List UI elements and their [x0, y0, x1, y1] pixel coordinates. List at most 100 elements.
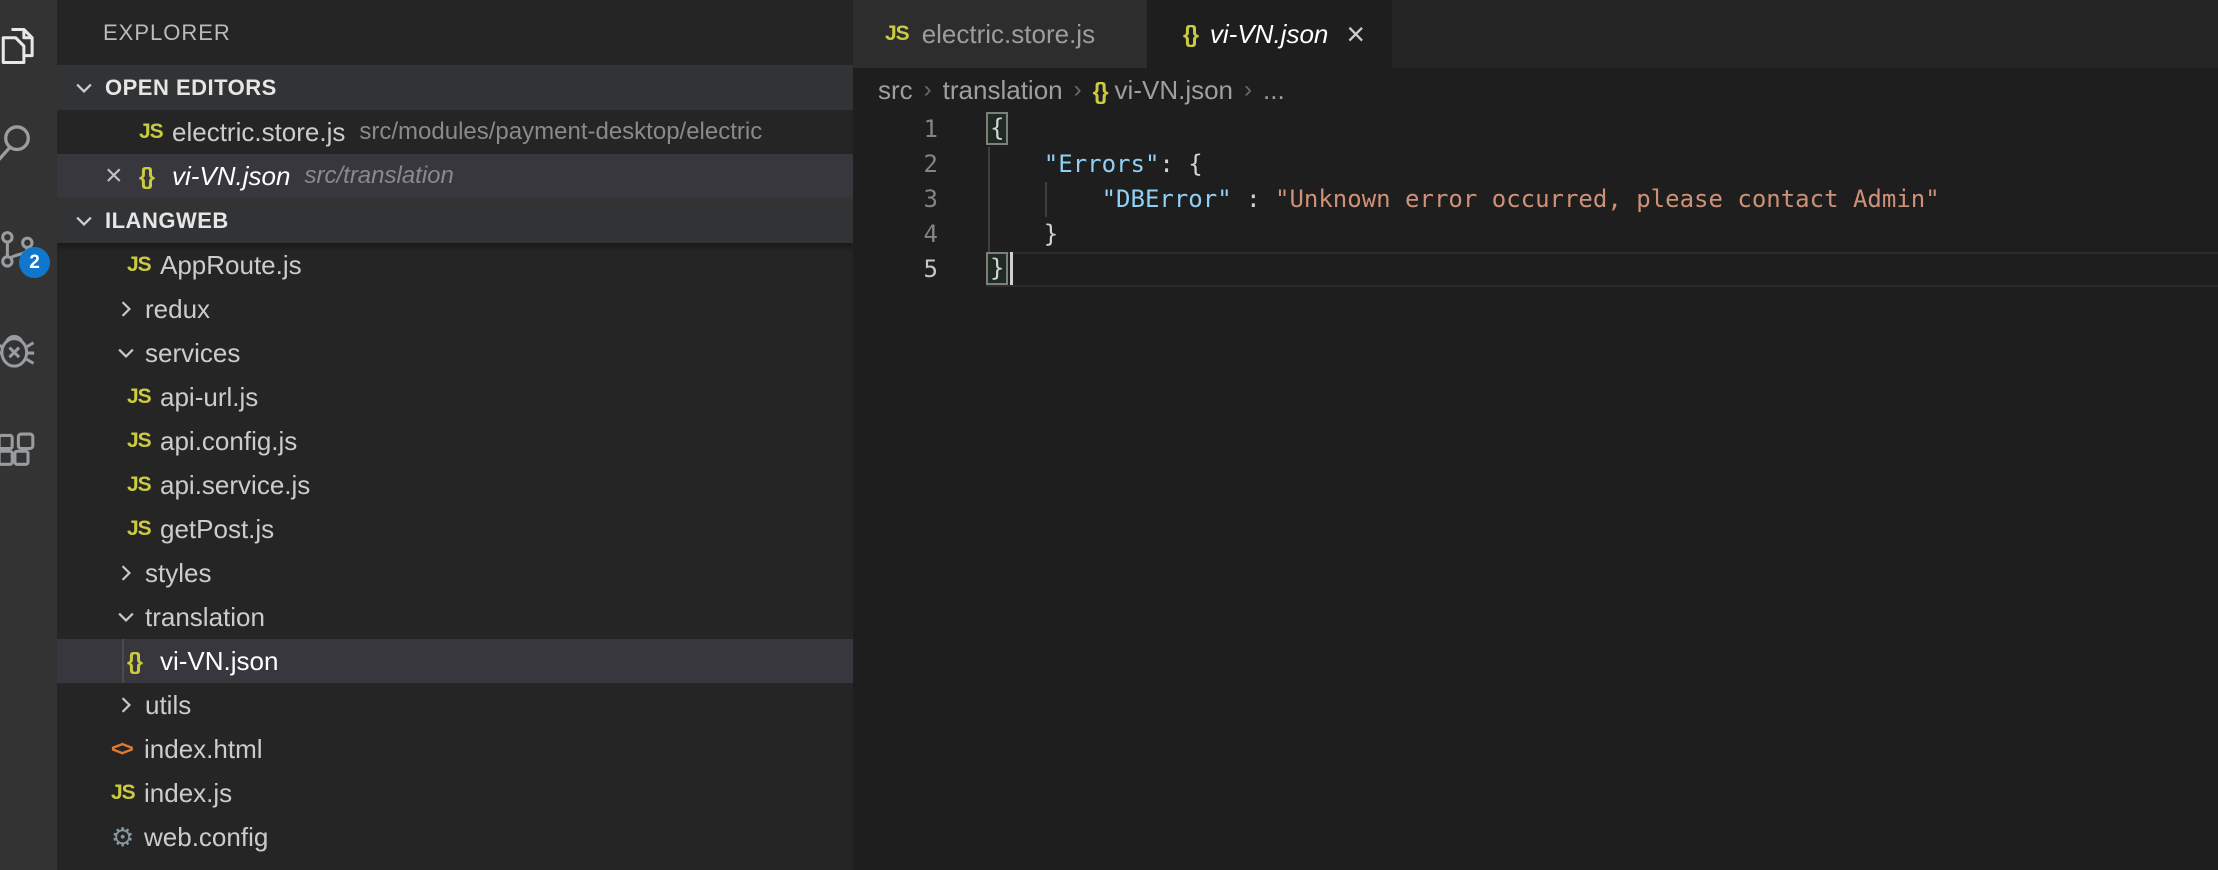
- breadcrumb-label: ...: [1263, 75, 1285, 105]
- tree-item-label: styles: [145, 558, 211, 589]
- tree-item-label: services: [145, 338, 240, 369]
- js-file-icon: JS: [127, 517, 160, 541]
- tree-folder-redux[interactable]: redux: [57, 287, 853, 331]
- tree-item-AppRoute.js[interactable]: JSAppRoute.js: [57, 243, 853, 287]
- editor-group: JSelectric.store.js{}vi-VN.json× src›tra…: [853, 0, 2218, 870]
- activity-item-extensions[interactable]: [0, 432, 39, 476]
- tree-item-api.service.js[interactable]: JSapi.service.js: [57, 463, 853, 507]
- open-editors-label: OPEN EDITORS: [105, 75, 277, 101]
- tab-bar: JSelectric.store.js {} vi-VN.json ×: [853, 0, 2218, 68]
- code-token: }: [986, 220, 1058, 248]
- close-icon[interactable]: ×: [105, 159, 139, 193]
- activity-item-explorer[interactable]: [0, 24, 39, 68]
- js-file-icon: JS: [885, 22, 909, 46]
- js-file-icon: JS: [127, 429, 160, 453]
- open-editor-label: electric.store.js: [172, 117, 345, 148]
- tree-item-api-url.js[interactable]: JS api-url.js: [57, 375, 853, 419]
- files-icon: [0, 24, 39, 68]
- code-token: "DBError": [1102, 185, 1232, 213]
- project-name-label: ILANGWEB: [105, 208, 229, 234]
- code-token: : {: [1159, 150, 1202, 178]
- activity-item-search[interactable]: [0, 121, 39, 165]
- code-token: :: [1232, 185, 1275, 213]
- tree-item-label: api.service.js: [160, 470, 310, 501]
- js-icon: JS: [111, 781, 135, 805]
- code-token: }: [986, 252, 1008, 285]
- code-line-content: "DBError" : "Unknown error occurred, ple…: [986, 182, 2218, 217]
- open-editor-item-vi-VN.json[interactable]: ×{} vi-VN.json src/translation: [57, 154, 853, 198]
- sidebar-title-label: EXPLORER: [103, 20, 231, 46]
- html-icon: <>: [111, 736, 131, 762]
- tree-item-label: index.js: [144, 778, 232, 809]
- breadcrumb-separator: ›: [924, 76, 932, 104]
- chevron-down-icon: [73, 77, 101, 99]
- activity-item-debug[interactable]: [0, 329, 39, 373]
- js-file-icon: JS: [111, 781, 144, 805]
- tree-item-getPost.js[interactable]: JS getPost.js: [57, 507, 853, 551]
- open-editors-header[interactable]: OPEN EDITORS: [57, 65, 853, 110]
- js-icon: JS: [127, 385, 151, 409]
- tree-item-label: utils: [145, 690, 191, 721]
- tree-item-index.js[interactable]: JS index.js: [57, 771, 853, 815]
- tab-close-icon[interactable]: ×: [1346, 16, 1365, 53]
- tree-item-label: redux: [145, 294, 210, 325]
- tree-folder-styles[interactable]: styles: [57, 551, 853, 595]
- tab-electric.store.js[interactable]: JSelectric.store.js: [853, 0, 1148, 68]
- json-icon: {}: [1183, 21, 1197, 48]
- code-line[interactable]: 1{: [853, 112, 2218, 147]
- tree-item-label: getPost.js: [160, 514, 274, 545]
- project-section-header[interactable]: ILANGWEB: [57, 198, 853, 243]
- breadcrumb-label: vi-VN.json: [1115, 75, 1233, 105]
- json-icon: {}: [139, 163, 153, 190]
- chevron-down-icon: [73, 210, 101, 232]
- open-editor-label: vi-VN.json: [172, 161, 290, 192]
- breadcrumb: src›translation›{}vi-VN.json›...: [853, 68, 2218, 112]
- breadcrumb-item-translation[interactable]: translation: [943, 75, 1063, 106]
- open-editor-path: src/translation: [304, 162, 453, 190]
- breadcrumb-item-vi-VN.json[interactable]: {}vi-VN.json: [1093, 75, 1233, 106]
- code-line-content: }: [986, 252, 2218, 287]
- line-number: 2: [853, 147, 986, 182]
- open-editor-item-electric.store.js[interactable]: JSelectric.store.jssrc/modules/payment-d…: [57, 110, 853, 154]
- code-line[interactable]: 4 }: [853, 217, 2218, 252]
- chevron-right-icon: [115, 694, 145, 716]
- tree-item-api.config.js[interactable]: JS api.config.js: [57, 419, 853, 463]
- tree-item-index.html[interactable]: <>index.html: [57, 727, 853, 771]
- line-number: 5: [853, 252, 986, 287]
- tree-indent-guide: [122, 639, 124, 683]
- tree-item-label: web.config: [144, 822, 268, 853]
- tree-item-vi-VN.json[interactable]: {}vi-VN.json: [57, 639, 853, 683]
- debug-bug-icon: [0, 329, 39, 373]
- js-icon: JS: [127, 253, 151, 277]
- tree-folder-translation[interactable]: translation: [57, 595, 853, 639]
- js-icon: JS: [127, 429, 151, 453]
- tree-item-label: api.config.js: [160, 426, 297, 457]
- breadcrumb-label: src: [878, 75, 913, 105]
- gear-icon: ⚙: [111, 822, 134, 853]
- code-token: [986, 185, 1102, 213]
- breadcrumb-item-src[interactable]: src: [878, 75, 913, 106]
- breadcrumb-item-...[interactable]: ...: [1263, 75, 1285, 106]
- js-icon: JS: [127, 517, 151, 541]
- tab-label: vi-VN.json: [1210, 19, 1328, 50]
- code-token: [986, 150, 1044, 178]
- tree-folder-services[interactable]: services: [57, 331, 853, 375]
- js-file-icon: JS: [127, 385, 160, 409]
- code-line[interactable]: 5}: [853, 252, 2218, 287]
- chevron-down-icon: [115, 606, 145, 628]
- tree-item-label: api-url.js: [160, 382, 258, 413]
- tree-item-web.config[interactable]: ⚙ web.config: [57, 815, 853, 859]
- code-line[interactable]: 3 "DBError" : "Unknown error occurred, p…: [853, 182, 2218, 217]
- js-file-icon: JS: [139, 120, 172, 144]
- chevron-down-icon: [115, 342, 145, 364]
- code-editor[interactable]: 1{2 "Errors": {3 "DBError" : "Unknown er…: [853, 112, 2218, 287]
- code-token: "Unknown error occurred, please contact …: [1275, 185, 1940, 213]
- indent-guide: [1045, 182, 1047, 217]
- code-line[interactable]: 2 "Errors": {: [853, 147, 2218, 182]
- tree-folder-utils[interactable]: utils: [57, 683, 853, 727]
- json-icon: {}: [127, 648, 141, 675]
- tab-vi-VN.json[interactable]: {} vi-VN.json ×: [1148, 0, 1392, 68]
- html-file-icon: <>: [111, 736, 144, 762]
- text-cursor: [1010, 252, 1013, 285]
- js-file-icon: JS: [127, 473, 160, 497]
